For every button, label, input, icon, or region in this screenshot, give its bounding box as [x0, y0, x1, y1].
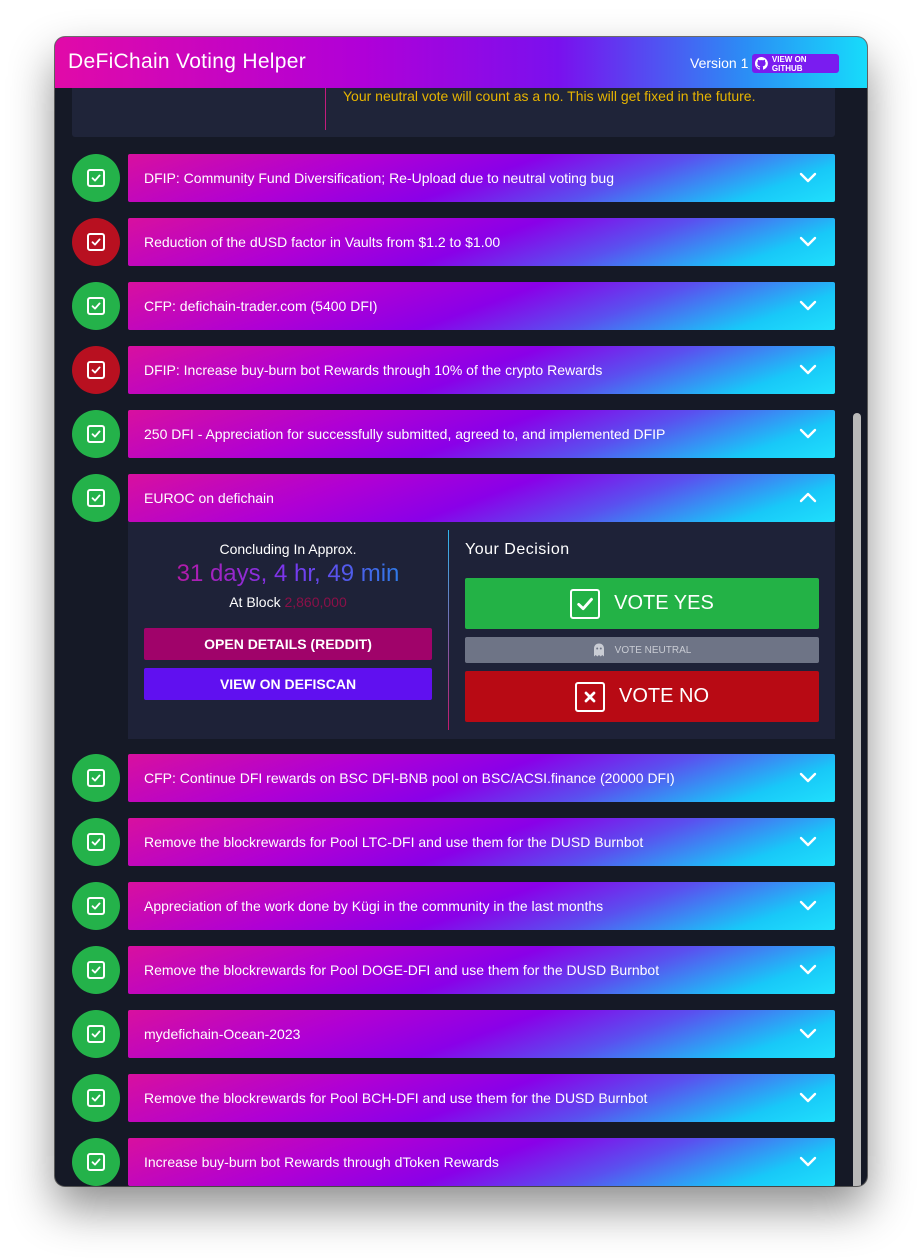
- proposal-row: 250 DFI - Appreciation for successfully …: [72, 410, 835, 458]
- proposal-title: Remove the blockrewards for Pool LTC-DFI…: [144, 834, 644, 850]
- checkbox-checked-icon: [87, 1025, 105, 1043]
- proposal-title: EUROC on defichain: [144, 490, 274, 506]
- block-number: 2,860,000: [284, 594, 347, 610]
- proposal-row: Reduction of the dUSD factor in Vaults f…: [72, 218, 835, 266]
- proposal-title: DFIP: Increase buy-burn bot Rewards thro…: [144, 362, 603, 378]
- proposal-row: Increase buy-burn bot Rewards through dT…: [72, 1138, 835, 1186]
- notice-text: Your neutral vote will count as a no. Th…: [343, 88, 756, 104]
- checkbox-checked-icon: [87, 297, 105, 315]
- checkbox-checked-icon: [87, 361, 105, 379]
- vote-neutral-button[interactable]: VOTE NEUTRAL: [465, 637, 819, 663]
- vote-yes-status-badge: [72, 282, 120, 330]
- proposal-row: Remove the blockrewards for Pool LTC-DFI…: [72, 818, 835, 866]
- at-block-label: At Block: [229, 594, 281, 610]
- countdown-text: 31 days, 4 hr, 49 min: [144, 560, 432, 588]
- vote-yes-status-badge: [72, 946, 120, 994]
- proposal-row: DFIP: Increase buy-burn bot Rewards thro…: [72, 346, 835, 394]
- proposal-row: CFP: Continue DFI rewards on BSC DFI-BNB…: [72, 754, 835, 802]
- vote-yes-status-badge: [72, 154, 120, 202]
- proposal-row: DFIP: Community Fund Diversification; Re…: [72, 154, 835, 202]
- proposal-header[interactable]: EUROC on defichain: [128, 474, 835, 522]
- notice-divider: [325, 88, 326, 130]
- proposal-header[interactable]: Remove the blockrewards for Pool LTC-DFI…: [128, 818, 835, 866]
- proposal-header[interactable]: Reduction of the dUSD factor in Vaults f…: [128, 218, 835, 266]
- vote-yes-status-badge: [72, 474, 120, 522]
- app-window: DeFiChain Voting Helper Version 1 VIEW O…: [55, 37, 867, 1186]
- app-title: DeFiChain Voting Helper: [68, 50, 307, 73]
- vote-yes-status-badge: [72, 410, 120, 458]
- decision-title: Your Decision: [465, 541, 570, 558]
- checkbox-checked-icon: [87, 897, 105, 915]
- ghost-icon: [593, 643, 604, 657]
- checkbox-checked-icon: [87, 769, 105, 787]
- proposal-header[interactable]: mydefichain-Ocean-2023: [128, 1010, 835, 1058]
- proposal-title: Remove the blockrewards for Pool DOGE-DF…: [144, 962, 660, 978]
- proposal-title: Appreciation of the work done by Kügi in…: [144, 898, 604, 914]
- proposal-header[interactable]: DFIP: Increase buy-burn bot Rewards thro…: [128, 346, 835, 394]
- github-icon: [755, 57, 768, 70]
- vote-neutral-label: VOTE NEUTRAL: [614, 644, 692, 656]
- proposal-row: Appreciation of the work done by Kügi in…: [72, 882, 835, 930]
- vote-yes-status-badge: [72, 1010, 120, 1058]
- proposal-header[interactable]: CFP: defichain-trader.com (5400 DFI): [128, 282, 835, 330]
- checkbox-checked-icon: [87, 169, 105, 187]
- vote-yes-status-badge: [72, 1138, 120, 1186]
- checkbox-checked-icon: [87, 233, 105, 251]
- vote-no-status-badge: [72, 218, 120, 266]
- proposal-title: Reduction of the dUSD factor in Vaults f…: [144, 234, 501, 250]
- vote-yes-status-badge: [72, 882, 120, 930]
- checkbox-checked-icon: [87, 961, 105, 979]
- proposal-header[interactable]: Remove the blockrewards for Pool BCH-DFI…: [128, 1074, 835, 1122]
- proposal-row: mydefichain-Ocean-2023: [72, 1010, 835, 1058]
- vote-no-button[interactable]: VOTE NO: [465, 671, 819, 722]
- scrollbar-thumb[interactable]: [853, 413, 861, 1186]
- proposal-row: EUROC on defichain Concluding In Approx. 3…: [72, 474, 835, 739]
- checkbox-checked-icon: [87, 425, 105, 443]
- proposal-row: Remove the blockrewards for Pool DOGE-DF…: [72, 946, 835, 994]
- vote-yes-status-badge: [72, 754, 120, 802]
- proposal-header[interactable]: Appreciation of the work done by Kügi in…: [128, 882, 835, 930]
- proposal-header[interactable]: Increase buy-burn bot Rewards through dT…: [128, 1138, 835, 1186]
- proposal-title: DFIP: Community Fund Diversification; Re…: [144, 170, 614, 186]
- countdown-value: 31 days, 4 hr, 49 min: [176, 560, 400, 587]
- proposal-header[interactable]: DFIP: Community Fund Diversification; Re…: [128, 154, 835, 202]
- concluding-label: Concluding In Approx.: [219, 541, 357, 557]
- github-button-label: VIEW ON GITHUB: [771, 54, 807, 73]
- github-button[interactable]: VIEW ON GITHUB: [752, 54, 839, 73]
- x-box-icon: [574, 681, 605, 712]
- vote-yes-status-badge: [72, 818, 120, 866]
- proposal-title: Increase buy-burn bot Rewards through dT…: [144, 1154, 499, 1170]
- proposal-header[interactable]: 250 DFI - Appreciation for successfully …: [128, 410, 835, 458]
- proposal-title: CFP: Continue DFI rewards on BSC DFI-BNB…: [144, 770, 675, 786]
- proposal-header[interactable]: Remove the blockrewards for Pool DOGE-DF…: [128, 946, 835, 994]
- proposal-title: 250 DFI - Appreciation for successfully …: [144, 426, 666, 442]
- vote-no-status-badge: [72, 346, 120, 394]
- proposal-header[interactable]: CFP: Continue DFI rewards on BSC DFI-BNB…: [128, 754, 835, 802]
- checkbox-checked-icon: [87, 489, 105, 507]
- open-details-reddit-button[interactable]: OPEN DETAILS (REDDIT): [144, 628, 432, 660]
- checkbox-checked-icon: [87, 1153, 105, 1171]
- version-label: Version 1: [690, 55, 749, 71]
- proposal-title: CFP: defichain-trader.com (5400 DFI): [144, 298, 378, 314]
- checkbox-checked-icon: [570, 588, 601, 619]
- proposal-title: Remove the blockrewards for Pool BCH-DFI…: [144, 1090, 648, 1106]
- vote-yes-button[interactable]: VOTE YES: [465, 578, 819, 629]
- proposal-details-panel: Concluding In Approx. 31 days, 4 hr, 49 m…: [128, 522, 835, 739]
- checkbox-checked-icon: [87, 833, 105, 851]
- at-block: At Block 2,860,000: [144, 594, 432, 610]
- proposal-row: Remove the blockrewards for Pool BCH-DFI…: [72, 1074, 835, 1122]
- vote-yes-status-badge: [72, 1074, 120, 1122]
- view-on-defiscan-button[interactable]: VIEW ON DEFISCAN: [144, 668, 432, 700]
- header-bar: DeFiChain Voting Helper Version 1 VIEW O…: [55, 37, 867, 88]
- checkbox-checked-icon: [87, 1089, 105, 1107]
- proposal-row: CFP: defichain-trader.com (5400 DFI): [72, 282, 835, 330]
- main-content[interactable]: Your neutral vote will count as a no. Th…: [55, 88, 867, 1186]
- notice-panel: Your neutral vote will count as a no. Th…: [72, 88, 835, 137]
- proposal-title: mydefichain-Ocean-2023: [144, 1026, 301, 1042]
- vote-no-label: VOTE NO: [618, 685, 709, 707]
- vote-yes-label: VOTE YES: [614, 592, 714, 614]
- details-divider: [448, 530, 449, 730]
